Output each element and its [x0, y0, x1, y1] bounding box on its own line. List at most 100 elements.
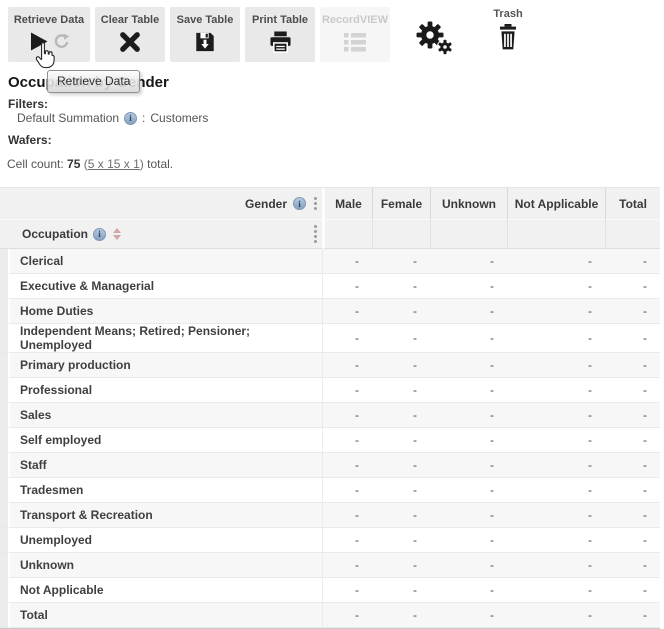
column-header-female[interactable]: Female [372, 188, 430, 220]
data-cell: - [372, 324, 430, 353]
data-cell: - [507, 503, 605, 528]
row-gutter [0, 324, 10, 353]
data-cell: - [507, 274, 605, 299]
save-icon [194, 31, 216, 53]
row-gutter [0, 453, 10, 478]
data-cell: - [430, 478, 507, 503]
save-table-button[interactable]: Save Table [170, 7, 240, 62]
row-header[interactable]: Executive & Managerial [10, 274, 322, 299]
data-cell: - [507, 324, 605, 353]
data-cell: - [430, 578, 507, 603]
print-table-label: Print Table [252, 14, 308, 26]
data-cell: - [372, 578, 430, 603]
row-gutter [0, 378, 10, 403]
data-cell: - [605, 428, 660, 453]
data-cell: - [372, 553, 430, 578]
data-cell: - [605, 528, 660, 553]
settings-gears-icon [414, 19, 454, 56]
data-cell: - [605, 553, 660, 578]
data-cell: - [507, 428, 605, 453]
filter-name: Default Summation [17, 111, 119, 125]
recordview-button: RecordVIEW [320, 7, 390, 62]
table-row: Independent Means; Retired; Pensioner; U… [0, 324, 660, 353]
data-cell: - [605, 453, 660, 478]
column-header-unknown[interactable]: Unknown [430, 188, 507, 220]
table-row: Home Duties----- [0, 299, 660, 324]
data-cell: - [322, 478, 372, 503]
trash-label: Trash [489, 8, 527, 20]
data-cell: - [322, 274, 372, 299]
print-table-button[interactable]: Print Table [245, 7, 315, 62]
crosstab-table: Gender Male Female Unknown Not Applicabl… [0, 187, 660, 629]
recordview-label: RecordVIEW [322, 14, 388, 26]
kebab-menu-icon[interactable] [312, 224, 319, 244]
info-icon[interactable] [293, 197, 306, 210]
list-icon [344, 32, 366, 52]
kebab-menu-icon[interactable] [312, 196, 319, 211]
column-header-male[interactable]: Male [322, 188, 372, 220]
row-header[interactable]: Transport & Recreation [10, 503, 322, 528]
data-cell: - [605, 478, 660, 503]
tooltip-text: Retrieve Data [57, 74, 130, 88]
row-gutter [0, 478, 10, 503]
data-cell: - [605, 324, 660, 353]
row-dimension-header[interactable]: Occupation [0, 220, 322, 249]
row-gutter [0, 578, 10, 603]
data-cell: - [507, 249, 605, 274]
row-header[interactable]: Unemployed [10, 528, 322, 553]
info-icon[interactable] [124, 112, 137, 125]
clear-table-button[interactable]: Clear Table [95, 7, 165, 62]
data-cell: - [507, 478, 605, 503]
data-cell: - [372, 478, 430, 503]
row-header[interactable]: Unknown [10, 553, 322, 578]
data-cell: - [322, 503, 372, 528]
data-cell: - [372, 428, 430, 453]
row-header[interactable]: Independent Means; Retired; Pensioner; U… [10, 324, 322, 353]
data-cell: - [605, 578, 660, 603]
printer-icon [269, 31, 292, 53]
close-paren: ) [140, 157, 144, 171]
table-row: Primary production----- [0, 353, 660, 378]
data-cell: - [322, 578, 372, 603]
data-cell: - [507, 553, 605, 578]
save-table-label: Save Table [177, 14, 234, 26]
data-cell: - [507, 353, 605, 378]
row-dimension-label: Occupation [22, 227, 88, 241]
row-header[interactable]: Clerical [10, 249, 322, 274]
table-row: Tradesmen----- [0, 478, 660, 503]
data-cell: - [507, 453, 605, 478]
table-row: Clerical----- [0, 249, 660, 274]
clear-table-label: Clear Table [101, 14, 160, 26]
cell-count-breakdown-link[interactable]: 5 x 15 x 1 [88, 157, 140, 171]
row-header[interactable]: Total [10, 603, 322, 628]
wafers-heading: Wafers: [8, 133, 52, 147]
row-header[interactable]: Primary production [10, 353, 322, 378]
filters-heading: Filters: [8, 97, 48, 111]
row-header[interactable]: Professional [10, 378, 322, 403]
cell-count-value: 75 [67, 157, 80, 171]
data-cell: - [372, 603, 430, 628]
row-header[interactable]: Tradesmen [10, 478, 322, 503]
row-header[interactable]: Home Duties [10, 299, 322, 324]
data-cell: - [372, 353, 430, 378]
row-header[interactable]: Sales [10, 403, 322, 428]
row-header[interactable]: Staff [10, 453, 322, 478]
data-cell: - [605, 353, 660, 378]
settings-button[interactable] [414, 19, 454, 56]
tooltip: Retrieve Data [47, 70, 140, 93]
table-row: Transport & Recreation----- [0, 503, 660, 528]
row-header[interactable]: Self employed [10, 428, 322, 453]
info-icon[interactable] [93, 228, 106, 241]
data-cell: - [430, 603, 507, 628]
data-cell: - [605, 378, 660, 403]
table-body: Clerical-----Executive & Managerial-----… [0, 249, 660, 628]
data-cell: - [322, 453, 372, 478]
column-dimension-header[interactable]: Gender [0, 188, 322, 220]
row-header[interactable]: Not Applicable [10, 578, 322, 603]
column-header-total[interactable]: Total [605, 188, 660, 220]
sort-icon[interactable] [113, 228, 121, 240]
column-header-not-applicable[interactable]: Not Applicable [507, 188, 605, 220]
data-cell: - [430, 553, 507, 578]
row-gutter [0, 249, 10, 274]
trash-button[interactable]: Trash [489, 8, 527, 50]
